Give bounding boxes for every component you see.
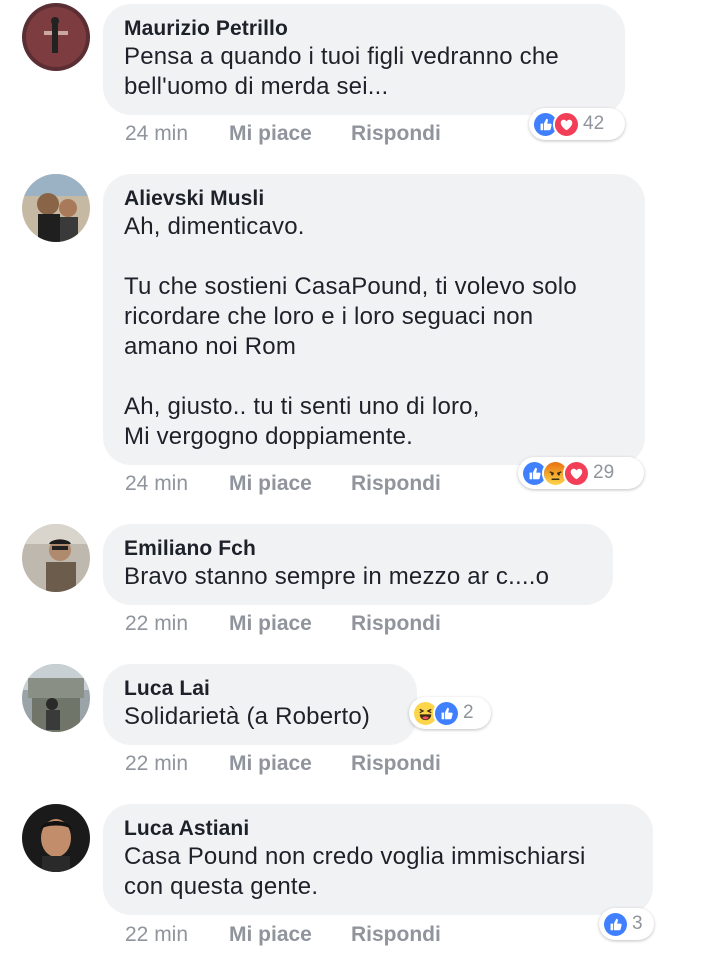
love-reaction-icon (553, 110, 580, 138)
reaction-summary[interactable]: 2 (409, 697, 491, 729)
reply-button[interactable]: Rispondi (351, 922, 441, 948)
comment-bubble: Alievski Musli Ah, dimenticavo. Tu che s… (103, 174, 645, 465)
reaction-count: 42 (583, 113, 605, 134)
comment-author[interactable]: Emiliano Fch (124, 536, 593, 562)
reply-button[interactable]: Rispondi (351, 471, 441, 497)
comment-bubble: Emiliano Fch Bravo stanno sempre in mezz… (103, 524, 613, 605)
avatar[interactable] (22, 664, 90, 732)
comment-timestamp[interactable]: 22 min (125, 751, 229, 777)
reply-button[interactable]: Rispondi (351, 611, 441, 637)
like-reaction-icon (433, 699, 460, 727)
comment-text: Ah, dimenticavo. Tu che sostieni CasaPou… (124, 213, 577, 450)
reaction-summary[interactable]: 3 (599, 908, 654, 940)
avatar[interactable] (22, 3, 90, 71)
comment-timestamp[interactable]: 24 min (125, 471, 229, 497)
comment-author[interactable]: Maurizio Petrillo (124, 16, 605, 42)
reply-button[interactable]: Rispondi (351, 121, 441, 147)
love-reaction-icon (563, 459, 590, 487)
comment-author[interactable]: Luca Astiani (124, 816, 633, 842)
comment-actions: 22 min Mi piace Rispondi (125, 611, 441, 637)
comment-actions: 24 min Mi piace Rispondi (125, 471, 441, 497)
comment-bubble: Maurizio Petrillo Pensa a quando i tuoi … (103, 4, 625, 115)
comment-bubble: Luca Astiani Casa Pound non credo voglia… (103, 804, 653, 915)
comment-actions: 24 min Mi piace Rispondi (125, 121, 441, 147)
like-reaction-icon (602, 910, 629, 938)
comment-author[interactable]: Luca Lai (124, 676, 397, 702)
avatar[interactable] (22, 174, 90, 242)
comment-text: Bravo stanno sempre in mezzo ar c....o (124, 563, 550, 590)
like-button[interactable]: Mi piace (229, 611, 351, 637)
avatar[interactable] (22, 804, 90, 872)
comment-text: Solidarietà (a Roberto) (124, 703, 371, 730)
reaction-summary[interactable]: 42 (529, 108, 625, 140)
reaction-summary[interactable]: 29 (518, 457, 644, 489)
comment-timestamp[interactable]: 24 min (125, 121, 229, 147)
like-button[interactable]: Mi piace (229, 922, 351, 948)
reaction-count: 29 (593, 462, 615, 483)
comment-timestamp[interactable]: 22 min (125, 611, 229, 637)
reaction-count: 3 (632, 913, 643, 934)
comment-text: Casa Pound non credo voglia immischiarsi… (124, 843, 586, 900)
comment-bubble: Luca Lai Solidarietà (a Roberto) (103, 664, 417, 745)
comment-actions: 22 min Mi piace Rispondi (125, 751, 441, 777)
like-button[interactable]: Mi piace (229, 471, 351, 497)
reaction-count: 2 (463, 702, 474, 723)
reply-button[interactable]: Rispondi (351, 751, 441, 777)
like-button[interactable]: Mi piace (229, 751, 351, 777)
like-button[interactable]: Mi piace (229, 121, 351, 147)
comment-author[interactable]: Alievski Musli (124, 186, 625, 212)
comment-timestamp[interactable]: 22 min (125, 922, 229, 948)
comment-actions: 22 min Mi piace Rispondi (125, 922, 441, 948)
comment-text: Pensa a quando i tuoi figli vedranno che… (124, 43, 559, 100)
avatar[interactable] (22, 524, 90, 592)
